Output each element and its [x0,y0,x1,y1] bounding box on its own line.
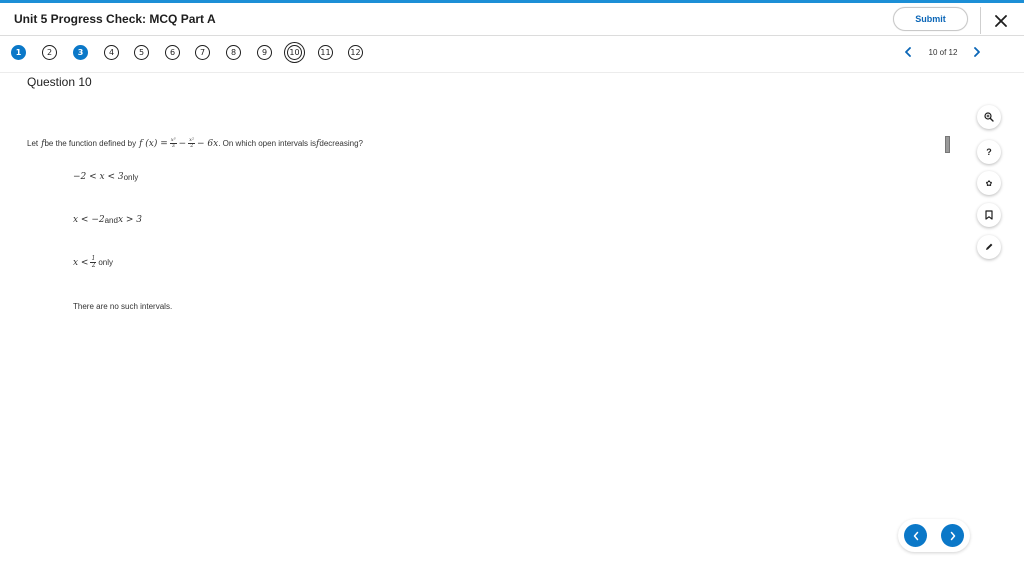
question-navigator: 1 2 3 4 5 6 7 8 9 10 11 12 10 of 12 [0,37,1024,73]
bottom-navigation [898,519,970,552]
question-10-button[interactable]: 10 [287,45,302,60]
help-icon: ? [986,147,992,157]
annotate-button[interactable] [977,235,1001,259]
pager-prev-button[interactable] [900,43,916,61]
stem-math-minus: − [178,138,187,149]
choice-text: and [104,215,118,225]
stem-math-fx: f (x) = [139,138,168,149]
chevron-left-icon [905,47,911,57]
choice-text: There are no such intervals. [73,302,173,311]
choice-math: x < −2 [73,215,105,225]
pencil-icon [986,243,993,250]
stem-text: decreasing? [319,139,363,148]
question-12-button[interactable]: 12 [348,45,363,60]
close-icon [995,15,1007,27]
fraction-denominator: 3 [171,143,175,149]
settings-icon: ✿ [985,178,993,188]
question-stem: Let f be the function defined by f (x) =… [27,138,363,149]
question-2-button[interactable]: 2 [42,45,57,60]
previous-question-button[interactable] [904,524,927,547]
help-button[interactable]: ? [977,140,1001,164]
chevron-right-icon [950,531,955,540]
question-3-button[interactable]: 3 [73,45,88,60]
bookmark-icon [985,210,993,220]
bookmark-button[interactable] [977,203,1001,227]
question-6-button[interactable]: 6 [165,45,180,60]
choice-text: only [98,258,113,267]
header: Unit 5 Progress Check: MCQ Part A Submit [0,3,1024,36]
choice-math: x > 3 [117,215,143,225]
choice-text: only [123,172,139,182]
next-question-button[interactable] [941,524,964,547]
submit-button[interactable]: Submit [893,7,968,31]
pager-next-button[interactable] [969,43,985,61]
question-9-button[interactable]: 9 [257,45,272,60]
stem-fraction-2: x² 2 [188,138,195,149]
close-button[interactable] [990,10,1012,32]
pager-status: 10 of 12 [928,48,958,57]
question-1-button[interactable]: 1 [11,45,26,60]
choice-math: −2 < x < 3 [73,172,124,182]
question-8-button[interactable]: 8 [226,45,241,60]
question-7-button[interactable]: 7 [195,45,210,60]
choice-fraction: 1 2 [90,256,97,269]
page-title: Unit 5 Progress Check: MCQ Part A [14,12,216,26]
fraction-denominator: 2 [189,143,194,149]
zoom-button[interactable] [977,105,1001,129]
stem-text: . On which open intervals is [218,139,317,148]
chevron-left-icon [913,531,918,540]
fraction-denominator: 2 [91,262,96,269]
answer-choice-d[interactable]: There are no such intervals. [73,302,172,311]
chevron-right-icon [974,47,980,57]
question-title: Question 10 [27,75,92,89]
scrollbar-thumb[interactable] [945,136,950,153]
answer-choice-b[interactable]: x < −2 and x > 3 [73,215,142,225]
stem-text: Let [27,139,39,148]
header-divider [980,7,981,34]
question-11-button[interactable]: 11 [318,45,333,60]
stem-math-term: − 6x [197,138,219,149]
answer-choice-a[interactable]: −2 < x < 3 only [73,172,138,182]
question-5-button[interactable]: 5 [134,45,149,60]
stem-text: be the function defined by [44,139,137,148]
settings-button[interactable]: ✿ [977,171,1001,195]
question-4-button[interactable]: 4 [104,45,119,60]
choice-math: x < [73,257,89,268]
zoom-in-icon [984,112,994,122]
stem-fraction-1: x³ 3 [169,138,177,149]
answer-choice-c[interactable]: x < 1 2 only [73,256,113,269]
